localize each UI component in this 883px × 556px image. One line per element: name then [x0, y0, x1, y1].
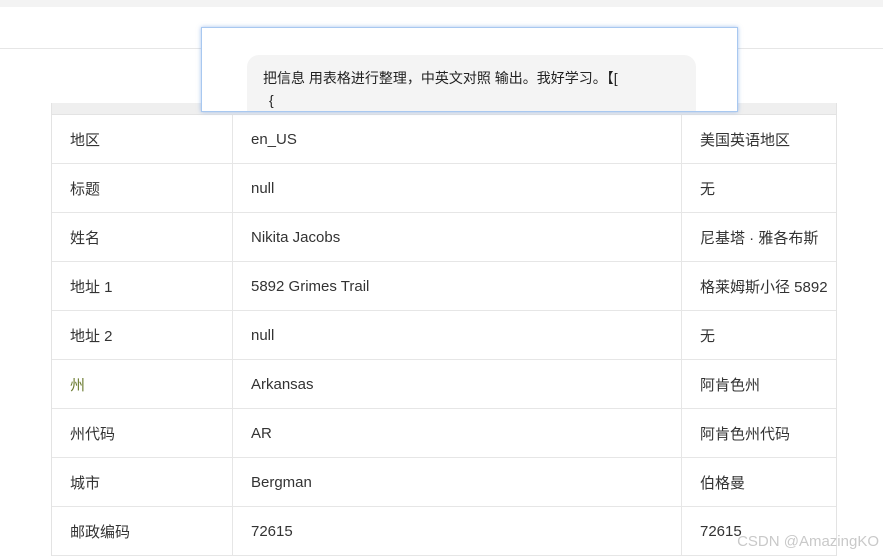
row-value: 72615 — [232, 506, 682, 556]
row-translation: 美国英语地区 — [681, 115, 836, 164]
row-label: 标题 — [52, 163, 233, 213]
table-row: 地址 2 null 无 — [52, 310, 836, 360]
table-row: 邮政编码 72615 72615 — [52, 506, 836, 556]
table-row: 州代码 AR 阿肯色州代码 — [52, 408, 836, 458]
info-table-container: 地区 en_US 美国英语地区 标题 null 无 姓名 Nikita Jaco… — [51, 103, 837, 556]
table-row: 姓名 Nikita Jacobs 尼基塔 · 雅各布斯 — [52, 212, 836, 262]
watermark: CSDN @AmazingKO — [737, 533, 879, 550]
info-table: 地区 en_US 美国英语地区 标题 null 无 姓名 Nikita Jaco… — [52, 115, 836, 556]
row-label: 姓名 — [52, 212, 233, 262]
row-label: 城市 — [52, 457, 233, 507]
row-value: en_US — [232, 115, 682, 164]
row-translation: 阿肯色州代码 — [681, 408, 836, 458]
row-value: 5892 Grimes Trail — [232, 261, 682, 311]
row-value: Arkansas — [232, 359, 682, 409]
row-label: 州代码 — [52, 408, 233, 458]
row-label: 地址 2 — [52, 310, 233, 360]
table-row: 州 Arkansas 阿肯色州 — [52, 359, 836, 409]
row-label: 地区 — [52, 115, 233, 164]
row-translation: 格莱姆斯小径 5892 — [681, 261, 836, 311]
table-row: 标题 null 无 — [52, 163, 836, 213]
prompt-text-line2: { — [269, 92, 274, 108]
row-value: Bergman — [232, 457, 682, 507]
row-label: 地址 1 — [52, 261, 233, 311]
row-value: AR — [232, 408, 682, 458]
row-value: null — [232, 163, 682, 213]
row-label: 州 — [52, 359, 233, 409]
row-translation: 阿肯色州 — [681, 359, 836, 409]
row-translation: 无 — [681, 310, 836, 360]
table-row: 地址 1 5892 Grimes Trail 格莱姆斯小径 5892 — [52, 261, 836, 311]
row-translation: 尼基塔 · 雅各布斯 — [681, 212, 836, 262]
user-message-bubble: 把信息 用表格进行整理，中英文对照 输出。我好学习。【[ { — [247, 55, 696, 111]
table-row: 地区 en_US 美国英语地区 — [52, 115, 836, 164]
row-value: null — [232, 310, 682, 360]
row-translation: 伯格曼 — [681, 457, 836, 507]
table-row: 城市 Bergman 伯格曼 — [52, 457, 836, 507]
prompt-text-line1: 把信息 用表格进行整理，中英文对照 输出。我好学习。【[ — [263, 70, 618, 86]
prompt-preview-popup[interactable]: 把信息 用表格进行整理，中英文对照 输出。我好学习。【[ { — [201, 27, 738, 112]
row-value: Nikita Jacobs — [232, 212, 682, 262]
top-strip — [0, 0, 883, 7]
row-translation: 无 — [681, 163, 836, 213]
row-label: 邮政编码 — [52, 506, 233, 556]
